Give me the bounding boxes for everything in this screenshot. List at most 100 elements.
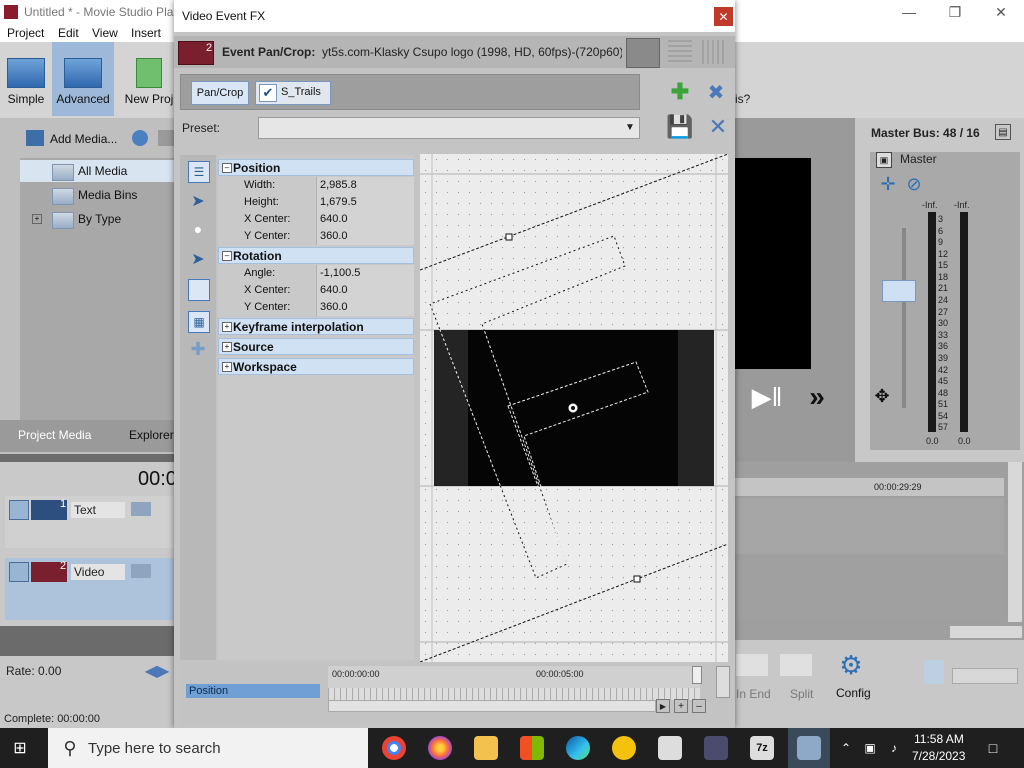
chain-grid-icon[interactable] bbox=[702, 40, 726, 64]
compositing-icon[interactable] bbox=[131, 564, 151, 578]
zoom-out-icon[interactable]: – bbox=[692, 699, 706, 713]
crop-overlay[interactable] bbox=[420, 154, 728, 662]
config-label[interactable]: Config bbox=[836, 686, 871, 700]
zoom-controls[interactable] bbox=[950, 626, 1022, 638]
compositing-icon[interactable] bbox=[131, 502, 151, 516]
add-plugin-icon[interactable]: ✚ bbox=[668, 79, 692, 104]
track-expand-icon[interactable] bbox=[9, 562, 29, 582]
globe-icon[interactable] bbox=[132, 130, 148, 146]
config-gear-icon[interactable]: ⚙ bbox=[836, 650, 866, 680]
zoom-in-icon[interactable]: + bbox=[674, 699, 688, 713]
menu-project[interactable]: Project bbox=[7, 26, 44, 40]
next-frame-icon[interactable]: ▶‖ bbox=[750, 380, 784, 414]
chain-list-icon[interactable] bbox=[668, 40, 692, 64]
vertical-scrollbar[interactable] bbox=[1008, 462, 1022, 622]
render-icon[interactable] bbox=[924, 660, 944, 684]
rate-slider-arrows-icon[interactable]: ◀▶ bbox=[140, 662, 174, 680]
chain-item-s-trails[interactable]: ✔ S_Trails bbox=[255, 81, 331, 105]
y-center-value[interactable]: 360.0 bbox=[316, 228, 414, 245]
tree-item-all-media[interactable]: All Media bbox=[20, 160, 174, 182]
expand-icon[interactable]: + bbox=[32, 214, 42, 224]
collapse-icon[interactable]: – bbox=[222, 163, 232, 173]
chevron-up-icon[interactable]: ⌃ bbox=[838, 740, 854, 756]
preset-dropdown[interactable]: ▼ bbox=[258, 117, 640, 139]
video-editor-icon[interactable] bbox=[704, 736, 728, 760]
properties-icon[interactable]: ☰ bbox=[188, 161, 210, 183]
movie-studio-taskbar-button[interactable] bbox=[788, 728, 830, 768]
section-source[interactable]: + Source bbox=[218, 338, 414, 355]
store-icon[interactable] bbox=[520, 736, 544, 760]
fast-forward-icon[interactable]: » bbox=[800, 380, 834, 414]
views-icon[interactable] bbox=[158, 130, 174, 146]
tree-item-media-bins[interactable]: Media Bins bbox=[20, 184, 174, 206]
close-window-icon[interactable]: ✕ bbox=[978, 0, 1024, 24]
playhead-icon[interactable] bbox=[692, 666, 702, 684]
rotation-y-center-value[interactable]: 360.0 bbox=[316, 299, 414, 316]
rotation-x-center-value[interactable]: 640.0 bbox=[316, 282, 414, 299]
section-keyframe-interpolation[interactable]: + Keyframe interpolation bbox=[218, 318, 414, 335]
timeline-track-lane[interactable] bbox=[734, 498, 1004, 554]
mute-icon[interactable]: ⊘ bbox=[904, 174, 924, 194]
advanced-mode-button[interactable]: Advanced bbox=[52, 42, 114, 116]
expand-icon[interactable]: + bbox=[222, 322, 232, 332]
clock-time[interactable]: 11:58 AM bbox=[914, 732, 964, 746]
help-text-fragment[interactable]: is? bbox=[735, 92, 750, 106]
menu-edit[interactable]: Edit bbox=[58, 26, 79, 40]
move-freely-icon[interactable]: ✚ bbox=[188, 339, 208, 359]
enable-snapping-icon[interactable] bbox=[188, 279, 210, 301]
simple-mode-button[interactable]: Simple bbox=[4, 42, 48, 116]
lock-aspect-ratio-icon[interactable]: ▦ bbox=[188, 311, 210, 333]
master-fader-handle[interactable] bbox=[882, 280, 916, 302]
insert-fx-icon[interactable]: ✛ bbox=[878, 174, 898, 194]
7zip-icon[interactable]: 7z bbox=[750, 736, 774, 760]
crop-edge-top[interactable] bbox=[420, 154, 728, 271]
track-name[interactable]: Text bbox=[71, 502, 125, 518]
notifications-icon[interactable]: □ bbox=[984, 740, 1002, 756]
checkmark-icon[interactable]: ✔ bbox=[259, 84, 277, 102]
crop-handle-top[interactable] bbox=[505, 233, 513, 241]
tree-item-by-type[interactable]: + By Type bbox=[20, 208, 174, 230]
track-expand-icon[interactable] bbox=[9, 500, 29, 520]
width-value[interactable]: 2,985.8 bbox=[316, 177, 414, 194]
zoom-edit-tool-icon[interactable]: ➤ bbox=[188, 249, 208, 269]
scroll-right-icon[interactable]: ▶ bbox=[656, 699, 670, 713]
height-value[interactable]: 1,679.5 bbox=[316, 194, 414, 211]
save-preset-icon[interactable]: 💾 bbox=[666, 114, 693, 139]
split-icon[interactable] bbox=[780, 654, 812, 676]
clock-date[interactable]: 7/28/2023 bbox=[912, 749, 965, 763]
network-icon[interactable]: ▣ bbox=[862, 740, 878, 756]
maximize-icon[interactable]: ❐ bbox=[932, 0, 978, 24]
chevron-down-icon[interactable]: ▼ bbox=[623, 120, 637, 134]
crop-handle-bottom[interactable] bbox=[633, 575, 641, 583]
track-name[interactable]: Video bbox=[71, 564, 125, 580]
chain-item-pan-crop[interactable]: Pan/Crop bbox=[191, 81, 249, 105]
chain-view-icon[interactable] bbox=[626, 38, 660, 68]
section-rotation[interactable]: – Rotation bbox=[218, 247, 414, 264]
track-row[interactable]: 1 Text bbox=[5, 496, 174, 548]
chrome-icon[interactable] bbox=[382, 736, 406, 760]
delete-preset-icon[interactable]: ✕ bbox=[706, 114, 730, 139]
menu-view[interactable]: View bbox=[92, 26, 118, 40]
enable-rotation-icon[interactable]: ● bbox=[188, 219, 208, 239]
volume-icon[interactable]: ♪ bbox=[886, 740, 902, 756]
minimize-icon[interactable]: — bbox=[886, 0, 932, 24]
windows-start-icon[interactable]: ⊞ bbox=[10, 738, 30, 758]
track-row[interactable]: 2 Video bbox=[5, 558, 174, 620]
keyframe-ruler[interactable] bbox=[328, 666, 700, 688]
menu-insert[interactable]: Insert bbox=[131, 26, 161, 40]
app-game-icon[interactable] bbox=[658, 736, 682, 760]
tab-explorer[interactable]: Explorer bbox=[129, 428, 174, 442]
x-center-value[interactable]: 640.0 bbox=[316, 211, 414, 228]
new-project-button[interactable]: New Proj bbox=[124, 42, 174, 116]
keyframe-track-position[interactable]: Position bbox=[186, 684, 320, 698]
horizontal-scrollbar[interactable] bbox=[328, 700, 656, 712]
file-explorer-icon[interactable] bbox=[474, 736, 498, 760]
section-position[interactable]: – Position bbox=[218, 159, 414, 176]
tab-project-media[interactable]: Project Media bbox=[18, 428, 91, 442]
remove-plugin-icon[interactable]: ✖ bbox=[704, 80, 728, 104]
taskbar-search[interactable]: ⚲ Type here to search bbox=[48, 728, 368, 768]
edge-icon[interactable] bbox=[566, 736, 590, 760]
keyframe-lane[interactable] bbox=[328, 688, 700, 700]
expand-icon[interactable]: + bbox=[222, 362, 232, 372]
trim-start-icon[interactable] bbox=[736, 654, 768, 676]
